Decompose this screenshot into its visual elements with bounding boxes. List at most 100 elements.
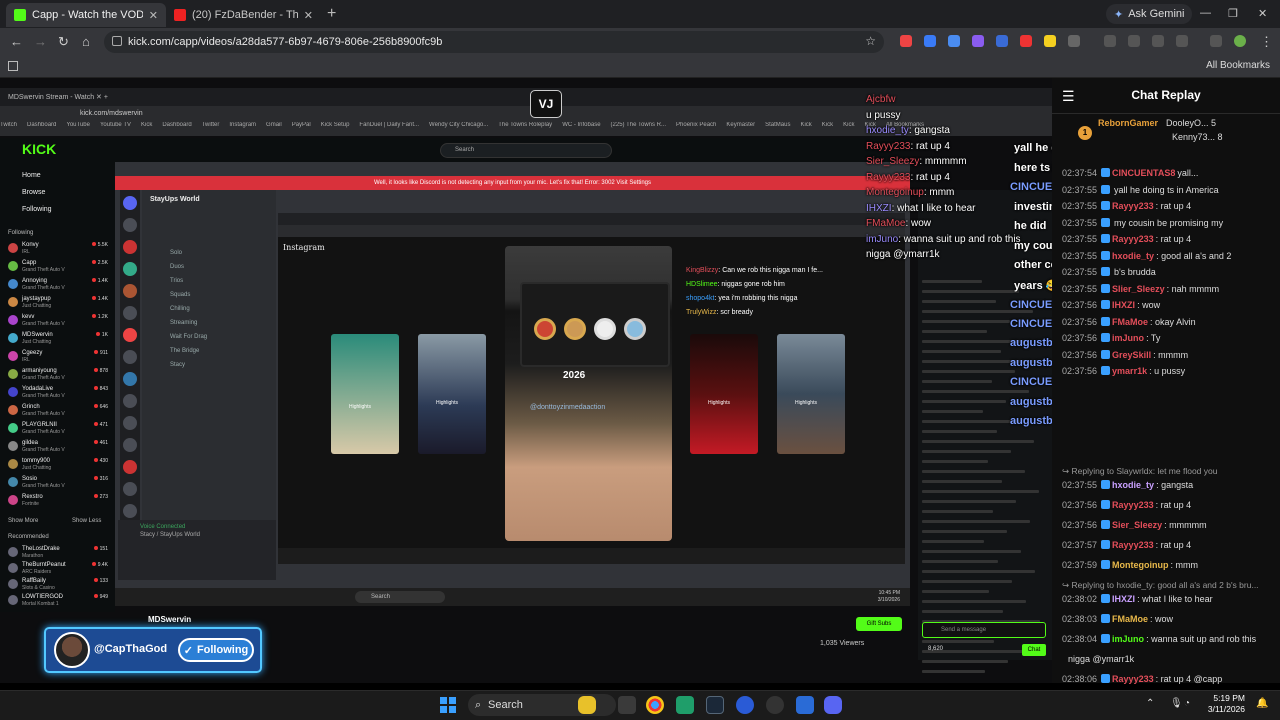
forward-icon[interactable]: → bbox=[34, 34, 47, 49]
app-icon[interactable] bbox=[736, 696, 754, 714]
bookmark-star-icon[interactable]: ☆ bbox=[865, 34, 876, 48]
kick-following-item: Capp Grand Theft Auto V 2.5K bbox=[8, 260, 108, 274]
extension-icon[interactable] bbox=[972, 35, 984, 47]
notification-bell-icon[interactable]: 🔔 bbox=[1256, 698, 1268, 709]
shoe-widget-icon[interactable] bbox=[578, 696, 596, 714]
app-icon[interactable] bbox=[676, 696, 694, 714]
overlay-chat-text: : wanna suit up and rob this bbox=[898, 233, 1021, 245]
all-bookmarks-button[interactable]: All Bookmarks bbox=[1206, 60, 1270, 71]
follow-handle: @CapThaGod bbox=[94, 643, 168, 655]
kick-streamer-name: armaniyoung bbox=[22, 368, 57, 374]
close-tab-icon[interactable]: ✕ bbox=[149, 9, 158, 22]
chat-text: b's brudda bbox=[1114, 267, 1156, 277]
file-explorer-icon[interactable] bbox=[618, 696, 636, 714]
chat-text: : rat up 4 bbox=[1155, 540, 1192, 550]
steam-icon[interactable] bbox=[706, 696, 724, 714]
chat-username: RebornGamer bbox=[1098, 118, 1159, 128]
microphone-icon[interactable]: 🎙 bbox=[1170, 698, 1183, 709]
story-handle-text: @donttoyzinmedaaction bbox=[530, 404, 606, 411]
url-text: kick.com/capp/videos/a28da577-6b97-4679-… bbox=[128, 36, 443, 48]
kick-streamer-name: Cgeezy bbox=[22, 350, 43, 356]
chat-message: 02:38:03 FMaMoe: wow bbox=[1062, 614, 1278, 624]
overlay-chat-user: Rayyy233 bbox=[866, 171, 911, 183]
apps-grid-icon[interactable] bbox=[8, 61, 18, 71]
star-icon[interactable] bbox=[1152, 35, 1164, 47]
extension-icon[interactable] bbox=[996, 35, 1008, 47]
youtube-favicon-icon bbox=[174, 9, 186, 21]
home-icon[interactable]: ⌂ bbox=[82, 34, 90, 49]
kick-viewer-count: 273 bbox=[94, 494, 108, 500]
extension-icon[interactable] bbox=[1020, 35, 1032, 47]
discord-server-icon bbox=[123, 284, 137, 298]
windows-taskbar bbox=[0, 690, 1280, 720]
tab-search-icon[interactable] bbox=[1104, 35, 1116, 47]
inner-chat-line bbox=[922, 540, 984, 543]
extension-icon[interactable] bbox=[1044, 35, 1056, 47]
inner-chat-line bbox=[922, 320, 1010, 323]
kick-streamer-game: Grand Theft Auto V bbox=[22, 483, 65, 489]
chrome-icon[interactable] bbox=[646, 696, 664, 714]
close-window-button[interactable]: ✕ bbox=[1258, 7, 1267, 20]
discord-icon[interactable] bbox=[824, 696, 842, 714]
kick-viewer-count: 646 bbox=[94, 404, 108, 410]
restore-button[interactable]: ❐ bbox=[1228, 7, 1238, 20]
overlay-chat-line: Montegoinup: mmm bbox=[866, 187, 954, 198]
avatar bbox=[8, 595, 18, 605]
new-tab-button[interactable]: + bbox=[327, 5, 336, 23]
reload-icon[interactable]: ↻ bbox=[58, 34, 69, 50]
chat-username: Sier_Sleezy bbox=[1112, 520, 1163, 530]
chat-text: : mmm bbox=[1170, 560, 1199, 570]
inner-chat-line bbox=[922, 600, 1026, 603]
menu-icon[interactable]: ⋮ bbox=[1260, 34, 1273, 50]
extension-icon[interactable] bbox=[948, 35, 960, 47]
stream-chat-overlay: KingBlizzy: Can we rob this nigga man I … bbox=[686, 264, 823, 320]
tab-capp-vod[interactable]: Capp - Watch the VOD on K ✕ bbox=[6, 3, 166, 27]
avatar bbox=[8, 369, 18, 379]
chat-username: IHXZI bbox=[1112, 300, 1136, 310]
extension-icon[interactable] bbox=[924, 35, 936, 47]
app-icon[interactable] bbox=[766, 696, 784, 714]
tab-youtube[interactable]: (20) FzDaBender - The Face (Offi ✕ bbox=[166, 3, 321, 27]
chat-timestamp: 02:38:03 bbox=[1062, 614, 1098, 624]
close-tab-icon[interactable]: ✕ bbox=[304, 9, 313, 22]
link-icon[interactable] bbox=[1128, 35, 1140, 47]
site-info-icon[interactable] bbox=[112, 36, 122, 46]
extension-icon[interactable] bbox=[900, 35, 912, 47]
kick-streamer-game: Slots & Casino bbox=[22, 585, 55, 591]
story-label: Highlights bbox=[795, 400, 817, 406]
profile-avatar-icon[interactable] bbox=[1234, 35, 1246, 47]
app-icon[interactable] bbox=[796, 696, 814, 714]
chat-timestamp: 02:37:55 bbox=[1062, 250, 1098, 261]
kick-chat-input: Send a message bbox=[922, 622, 1046, 638]
inner-chat-line bbox=[922, 300, 996, 303]
chevron-up-icon[interactable]: ⌃ bbox=[1146, 698, 1154, 709]
stream-taskbar-search: Search bbox=[355, 591, 445, 603]
minimize-button[interactable]: — bbox=[1200, 7, 1211, 19]
chat-text: Kenny73... 8 bbox=[1172, 132, 1223, 142]
taskbar-clock[interactable]: 5:19 PM 3/11/2026 bbox=[1203, 693, 1245, 715]
badge-icon bbox=[1101, 267, 1111, 276]
chat-message: 02:37:55 Slier_Sleezy: nah mmmm bbox=[1062, 283, 1278, 294]
kick-viewer-count: 843 bbox=[94, 386, 108, 392]
kick-streamer-name: MDSwervin bbox=[22, 332, 53, 338]
chat-username: IHXZI bbox=[1112, 594, 1136, 604]
download-icon[interactable] bbox=[1176, 35, 1188, 47]
sidebar-icon[interactable] bbox=[1210, 35, 1222, 47]
discord-channel: The Bridge bbox=[170, 348, 200, 354]
back-icon[interactable]: ← bbox=[10, 34, 23, 49]
discord-server-icon bbox=[123, 240, 137, 254]
start-button[interactable] bbox=[440, 697, 456, 713]
inner-bookmark: The Towns Roleplay bbox=[498, 122, 553, 128]
wifi-icon[interactable]: ◔ bbox=[1184, 698, 1190, 709]
extensions-puzzle-icon[interactable] bbox=[1068, 35, 1080, 47]
overlay-chat-text: : rat up 4 bbox=[910, 140, 950, 152]
badge-icon bbox=[1101, 234, 1111, 243]
overlay-chat-line: Rayyy233: rat up 4 bbox=[866, 141, 950, 152]
chat-timestamp: 02:37:54 bbox=[1062, 168, 1098, 178]
ask-gemini-button[interactable]: ✦ Ask Gemini bbox=[1106, 4, 1193, 24]
address-bar[interactable]: kick.com/capp/videos/a28da577-6b97-4679-… bbox=[104, 31, 884, 53]
inner-chat-line bbox=[922, 280, 982, 283]
overlay-comment: KingBlizzy: Can we rob this nigga man I … bbox=[686, 267, 823, 274]
chat-username: imJuno bbox=[1112, 333, 1145, 343]
inner-bookmark: Keymaster bbox=[726, 122, 756, 128]
